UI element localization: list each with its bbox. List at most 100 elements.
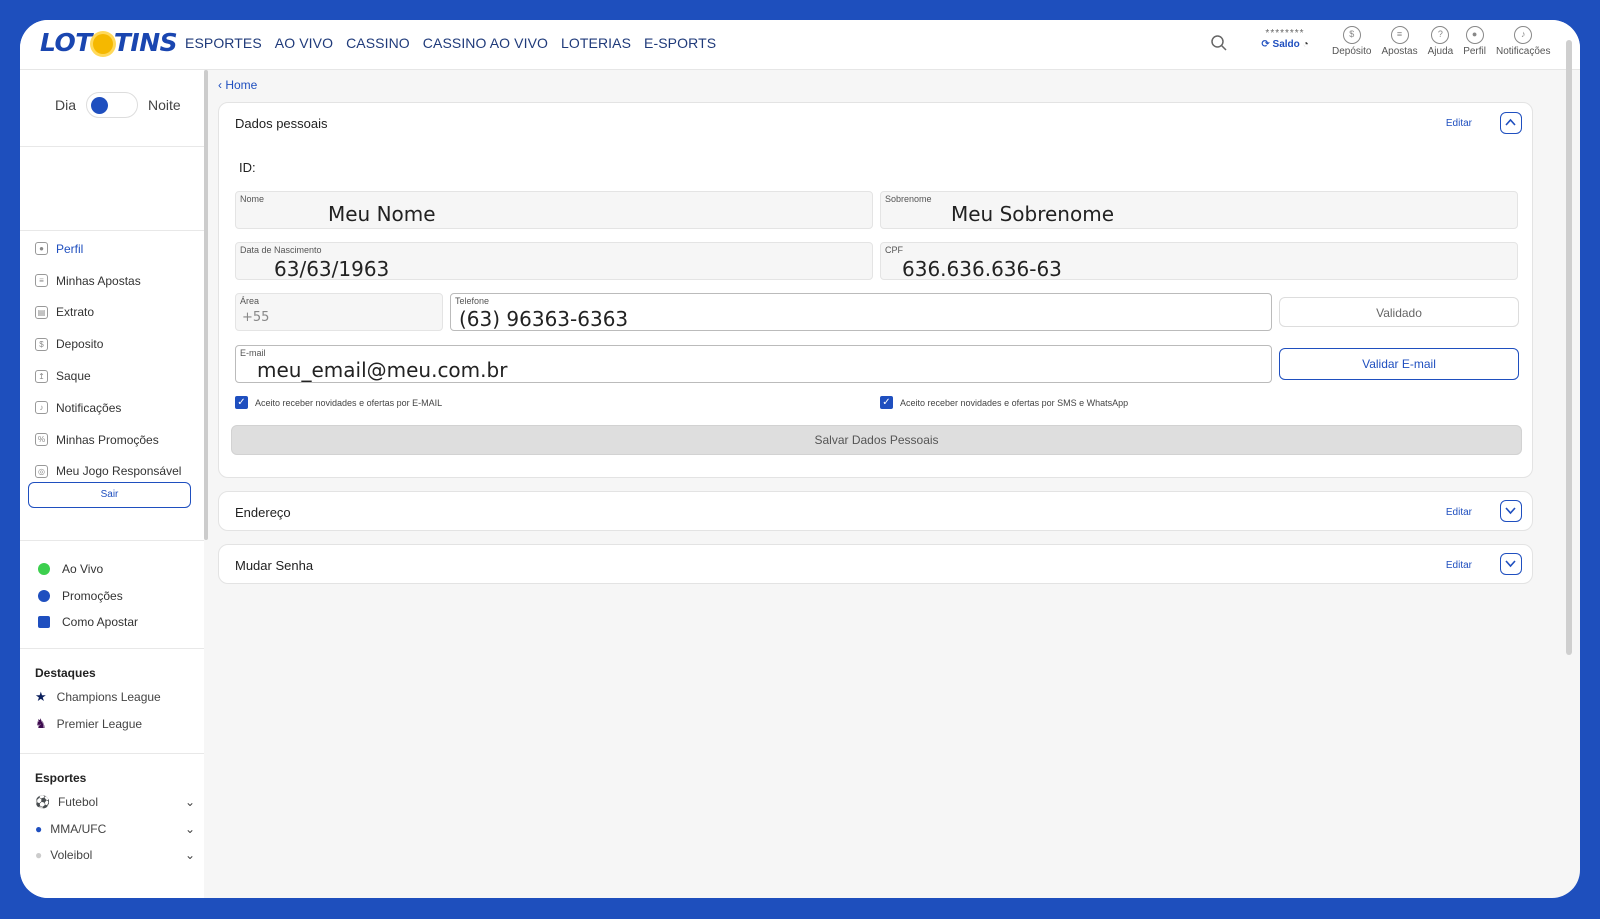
brand-logo[interactable]: LOT TINS (40, 28, 178, 57)
area-code-value: +55 (242, 310, 270, 325)
logout-button[interactable]: Sair (28, 482, 191, 508)
password-title: Mudar Senha (235, 558, 314, 573)
eye-off-icon[interactable]: ◔ (1303, 39, 1309, 50)
glove-icon: ● (35, 821, 43, 836)
validated-badge: Validado (1279, 297, 1519, 327)
promo-icon (38, 589, 50, 602)
sport-mma[interactable]: ● MMA/UFC ⌄ (35, 816, 195, 843)
chevron-down-icon[interactable]: ⌄ (185, 822, 195, 836)
cpf-field[interactable]: CPF 636.636.636-63 (880, 242, 1518, 281)
divider (20, 648, 204, 649)
page-scrollbar[interactable] (1566, 40, 1572, 655)
balance-label: Saldo (1272, 39, 1300, 50)
search-icon[interactable] (1210, 34, 1228, 57)
chevron-down-icon[interactable]: ⌄ (185, 848, 195, 862)
menu-minhas-apostas[interactable]: ≡ Minhas Apostas (35, 265, 181, 297)
theme-switch: Dia Noite (55, 92, 181, 118)
nav-loterias[interactable]: LOTERIAS (561, 35, 631, 51)
phone-value: (63) 96363-6363 (459, 307, 629, 331)
balance-mask: ******** (1265, 28, 1305, 39)
bets-icon: ≡ (35, 274, 48, 288)
highlights-title: Destaques (35, 666, 96, 680)
expand-address-button[interactable] (1500, 500, 1522, 522)
balance-widget[interactable]: ******** ⟳ Saldo ◔ (1256, 28, 1314, 50)
last-name-label: Sobrenome (885, 194, 932, 204)
menu-label: Deposito (56, 337, 104, 352)
validate-email-button[interactable]: Validar E-mail (1279, 348, 1519, 380)
chevron-down-icon[interactable]: ⌄ (185, 795, 195, 809)
bets-button[interactable]: ≡ Apostas (1381, 26, 1418, 57)
volleyball-icon: ● (35, 848, 43, 863)
sports-list: ⚽ Futebol ⌄ ● MMA/UFC ⌄ ● Voleibol ⌄ (35, 789, 195, 869)
bell-icon: ♪ (1514, 26, 1533, 44)
menu-label: Saque (56, 369, 91, 384)
nav-ao-vivo[interactable]: AO VIVO (275, 35, 333, 51)
profile-button[interactable]: ● Perfil (1463, 26, 1486, 57)
optin-sms-checkbox[interactable]: ✓ Aceito receber novidades e ofertas por … (880, 396, 1128, 409)
lion-icon: ♞ (35, 715, 47, 731)
menu-minhas-promocoes[interactable]: % Minhas Promoções (35, 424, 181, 456)
phone-field[interactable]: Telefone (63) 96363-6363 (450, 293, 1272, 331)
first-name-field[interactable]: Nome Meu Nome (235, 191, 873, 229)
brand-logo-left: LOT (40, 28, 92, 57)
theme-toggle[interactable] (86, 92, 139, 118)
birth-date-field[interactable]: Data de Nascimento 63/63/1963 (235, 242, 873, 281)
refresh-icon[interactable]: ⟳ (1261, 39, 1269, 50)
edit-address-button[interactable]: Editar (1446, 507, 1472, 518)
link-promocoes[interactable]: Promoções (38, 583, 138, 610)
cpf-label: CPF (885, 245, 903, 255)
divider (20, 230, 204, 231)
star-icon: ★ (35, 689, 47, 705)
menu-saque[interactable]: ↥ Saque (35, 360, 181, 392)
sport-futebol[interactable]: ⚽ Futebol ⌄ (35, 789, 195, 816)
checkbox-checked-icon: ✓ (235, 396, 248, 409)
menu-deposito[interactable]: $ Deposito (35, 328, 181, 360)
nav-e-sports[interactable]: E-SPORTS (644, 35, 716, 51)
toggle-knob (91, 97, 109, 114)
last-name-field[interactable]: Sobrenome Meu Sobrenome (880, 191, 1518, 229)
edit-password-button[interactable]: Editar (1446, 560, 1472, 571)
sport-voleibol[interactable]: ● Voleibol ⌄ (35, 842, 195, 869)
link-ao-vivo[interactable]: Ao Vivo (38, 556, 138, 583)
breadcrumb[interactable]: ‹ Home (218, 78, 257, 92)
save-personal-button[interactable]: Salvar Dados Pessoais (231, 425, 1522, 455)
optin-email-checkbox[interactable]: ✓ Aceito receber novidades e ofertas por … (235, 396, 442, 409)
cpf-value: 636.636.636-63 (902, 257, 1062, 281)
highlight-premier-league[interactable]: ♞ Premier League (35, 711, 161, 738)
profile-label: Perfil (1463, 46, 1486, 57)
edit-personal-button[interactable]: Editar (1446, 118, 1472, 129)
quick-links: Ao Vivo Promoções Como Apostar (38, 556, 138, 636)
nav-cassino-ao-vivo[interactable]: CASSINO AO VIVO (423, 35, 548, 51)
breadcrumb-home[interactable]: Home (225, 78, 257, 92)
nav-esportes[interactable]: ESPORTES (185, 35, 262, 51)
notifications-button[interactable]: ♪ Notificações (1496, 26, 1550, 57)
main-content: ‹ Home Dados pessoais Editar ID: Nome Me… (218, 70, 1558, 898)
tag-icon: % (35, 433, 48, 447)
highlight-label: Premier League (56, 716, 143, 731)
theme-day-label: Dia (55, 97, 77, 113)
nav-cassino[interactable]: CASSINO (346, 35, 410, 51)
divider (20, 146, 204, 147)
sport-label: Futebol (57, 795, 98, 810)
area-code-field[interactable]: Área +55 (235, 293, 443, 331)
email-field[interactable]: E-mail meu_email@meu.com.br (235, 345, 1272, 383)
sidebar-scrollbar[interactable] (204, 70, 208, 540)
menu-extrato[interactable]: ▤ Extrato (35, 297, 181, 329)
last-name-value: Meu Sobrenome (951, 202, 1115, 226)
expand-password-button[interactable] (1500, 553, 1522, 575)
deposit-button[interactable]: $ Depósito (1332, 26, 1371, 57)
deposit-icon: $ (35, 337, 48, 351)
menu-label: Perfil (56, 241, 84, 256)
help-button[interactable]: ? Ajuda (1428, 26, 1453, 57)
sidebar: Dia Noite ● Perfil ≡ Minhas Apostas ▤ Extra… (20, 70, 204, 898)
highlight-champions-league[interactable]: ★ Champions League (35, 684, 161, 711)
menu-notificacoes[interactable]: ♪ Notificações (35, 392, 181, 424)
help-icon: ? (1431, 26, 1450, 44)
menu-perfil[interactable]: ● Perfil (35, 233, 181, 265)
link-como-apostar[interactable]: Como Apostar (38, 609, 138, 636)
address-card: Endereço Editar (218, 491, 1533, 531)
collapse-button[interactable] (1500, 112, 1522, 134)
soccer-ball-icon: ⚽ (35, 795, 50, 810)
phone-label: Telefone (455, 296, 490, 306)
email-value: meu_email@meu.com.br (257, 358, 508, 382)
